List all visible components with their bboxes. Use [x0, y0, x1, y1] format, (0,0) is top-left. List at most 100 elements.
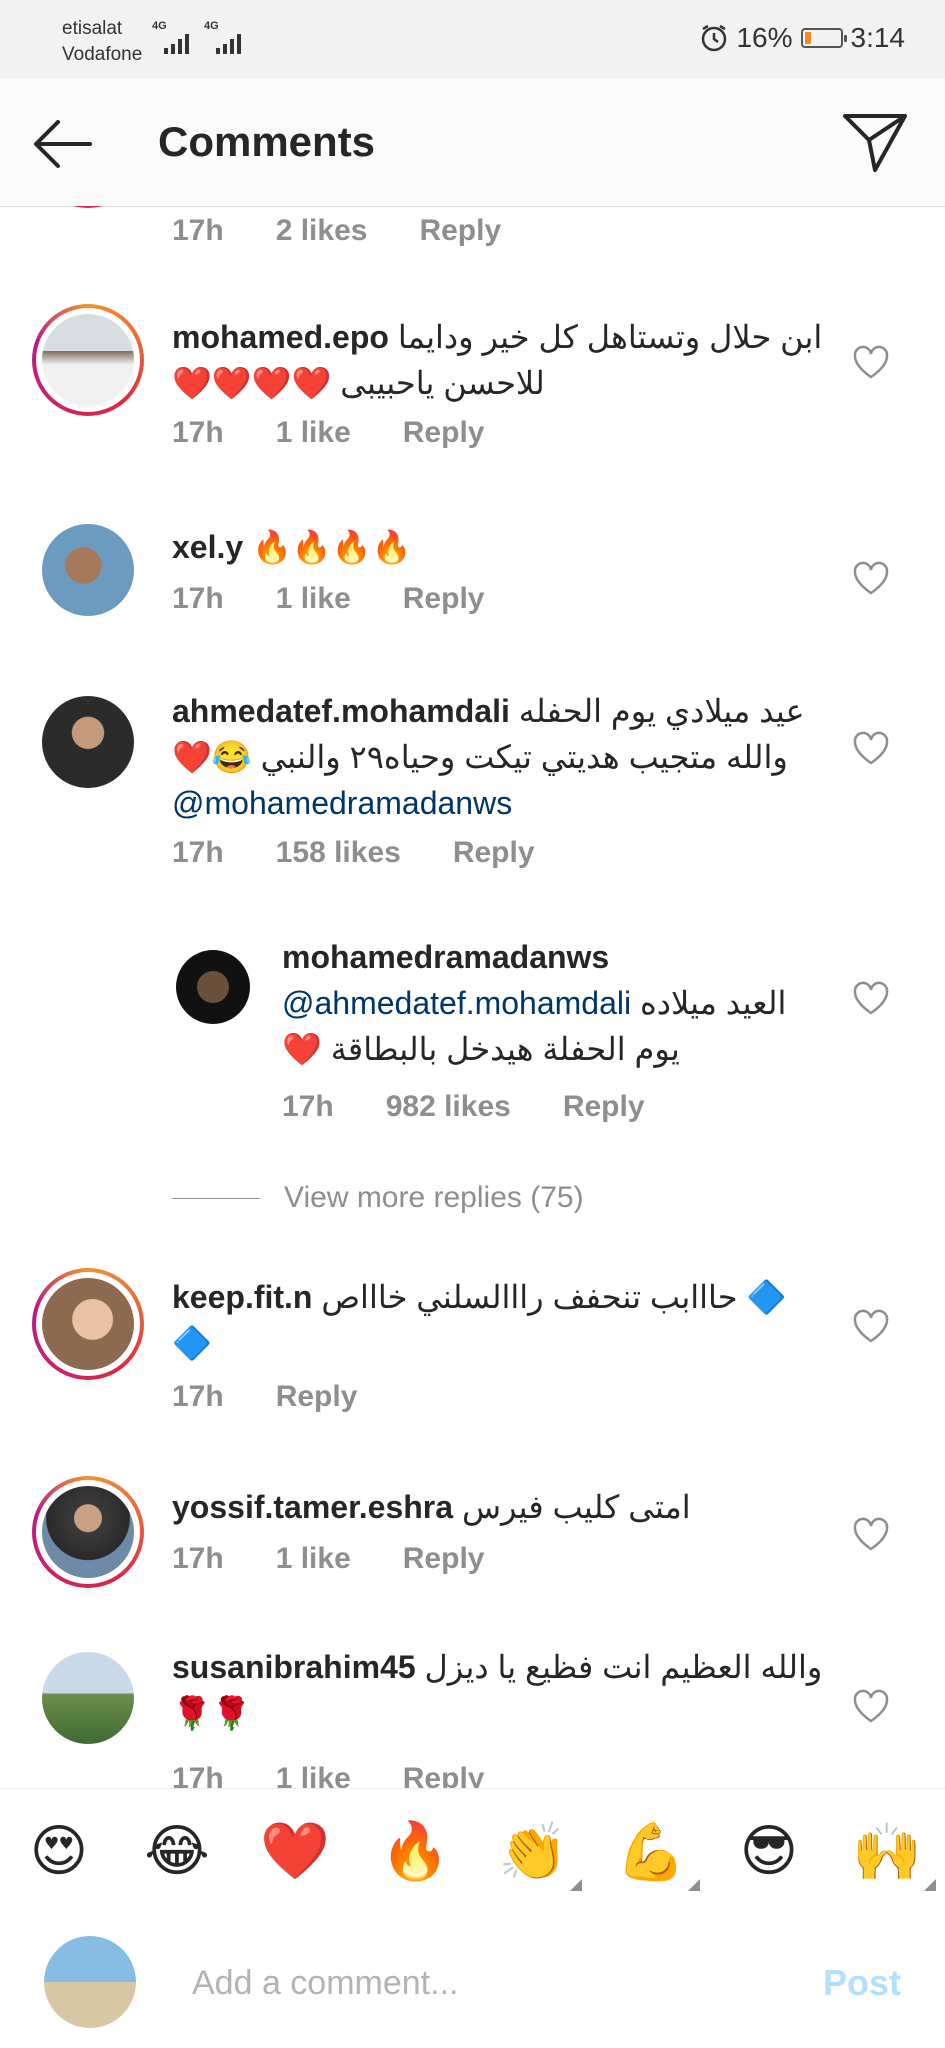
comment-likes[interactable]: 158 likes: [276, 836, 401, 869]
comment-likes[interactable]: 2 likes: [276, 214, 368, 247]
avatar[interactable]: [176, 950, 250, 1024]
quick-reactions-bar: 😍 😂 ❤️ 🔥 👏 💪 😎 🙌: [0, 1788, 945, 1918]
reply-button[interactable]: Reply: [453, 836, 535, 869]
comment-time: 17h: [172, 214, 224, 247]
reaction-clap[interactable]: 👏: [498, 1820, 568, 1885]
comment-username[interactable]: keep.fit.n: [172, 1279, 312, 1315]
divider-line: [172, 1197, 260, 1199]
comment-meta: 17h 1 like Reply: [172, 1762, 536, 1788]
heart-icon[interactable]: [852, 730, 890, 766]
heart-icon[interactable]: [852, 1308, 890, 1344]
comment-body: yossif.tamer.eshra امتى كليب فيرس: [172, 1484, 825, 1530]
page-title: Comments: [158, 118, 376, 165]
comment-body: ahmedatef.mohamdali عيد ميلادي يوم الحفل…: [172, 688, 825, 826]
comment-likes[interactable]: 982 likes: [386, 1090, 511, 1123]
comment-likes[interactable]: 1 like: [276, 416, 351, 449]
comment-body: mohamedramadanws @ahmedatef.mohamdali ال…: [282, 934, 825, 1072]
heart-icon[interactable]: [852, 344, 890, 380]
heart-icon[interactable]: [852, 1688, 890, 1724]
comment-meta: 17h 982 likes Reply: [282, 1090, 697, 1124]
avatar: [42, 1278, 134, 1370]
comment-username[interactable]: yossif.tamer.eshra: [172, 1489, 453, 1525]
comment-time: 17h: [282, 1090, 334, 1123]
add-comment-input[interactable]: [190, 1958, 754, 2008]
reaction-raised-hands[interactable]: 🙌: [852, 1820, 922, 1885]
avatar: [42, 1486, 134, 1578]
comment-time: 17h: [172, 836, 224, 869]
carrier-1: etisalat: [62, 18, 123, 39]
comment-mention[interactable]: @ahmedatef.mohamdali: [282, 985, 631, 1021]
skin-tone-indicator: [924, 1879, 936, 1891]
comment-meta: 17h 1 like Reply: [172, 582, 536, 616]
comment-meta: 17h 158 likes Reply: [172, 836, 587, 870]
avatar[interactable]: [42, 1652, 134, 1744]
comment-text: 🔥🔥🔥🔥: [252, 528, 412, 566]
comment-meta: 17h 1 like Reply: [172, 1542, 536, 1576]
reply-button[interactable]: Reply: [403, 1762, 485, 1788]
reaction-heart-eyes[interactable]: 😍: [24, 1817, 94, 1887]
view-more-label[interactable]: View more replies (75): [284, 1181, 584, 1215]
paper-plane-icon[interactable]: [841, 108, 909, 176]
comment-body: xel.y 🔥🔥🔥🔥: [172, 524, 825, 570]
post-button[interactable]: Post: [823, 1962, 901, 2004]
comment-composer: Post: [0, 1916, 945, 2048]
comment-time: 17h: [172, 582, 224, 615]
avatar: [42, 314, 134, 406]
avatar: [44, 1936, 136, 2028]
reply-button[interactable]: Reply: [419, 214, 501, 247]
reply-button[interactable]: Reply: [563, 1090, 645, 1123]
avatar[interactable]: [42, 524, 134, 616]
skin-tone-indicator: [570, 1879, 582, 1891]
comment-likes[interactable]: 1 like: [276, 582, 351, 615]
comment-username[interactable]: xel.y: [172, 529, 243, 565]
comment-time: 17h: [172, 1380, 224, 1413]
comment-time: 17h: [172, 416, 224, 449]
comment-meta: 17h 1 like Reply: [172, 416, 536, 450]
comment-text: امتى كليب فيرس: [461, 1489, 691, 1525]
comment-body: mohamed.epo ابن حلال وتستاهل كل خير وداي…: [172, 314, 825, 406]
comment-time: 17h: [172, 1762, 224, 1788]
comment-username[interactable]: ahmedatef.mohamdali: [172, 693, 510, 729]
comment-meta: 17h 2 likes Reply: [172, 214, 553, 248]
arrow-left-icon[interactable]: [30, 112, 94, 176]
comment-username[interactable]: mohamedramadanws: [282, 939, 609, 975]
reaction-raised-hands-wrap[interactable]: 🙌: [852, 1817, 936, 1891]
comment-likes[interactable]: 1 like: [276, 1542, 351, 1575]
reaction-tears-of-joy[interactable]: 😂: [142, 1817, 212, 1887]
reaction-sunglasses[interactable]: 😎: [734, 1817, 804, 1887]
comment-likes[interactable]: 1 like: [276, 1762, 351, 1788]
reply-button[interactable]: Reply: [403, 1542, 485, 1575]
heart-icon[interactable]: [852, 560, 890, 596]
status-right: 16% 3:14: [700, 18, 905, 58]
reaction-red-heart[interactable]: ❤️: [260, 1817, 330, 1887]
skin-tone-indicator: [688, 1879, 700, 1891]
reaction-clap-wrap[interactable]: 👏: [498, 1817, 582, 1891]
carrier-names: etisalat Vodafone: [62, 16, 142, 68]
reaction-muscle-wrap[interactable]: 💪: [616, 1817, 700, 1891]
view-more-row[interactable]: View more replies (75): [172, 1178, 584, 1218]
story-ring[interactable]: [32, 1476, 144, 1588]
comment-list[interactable]: 17h 2 likes Reply mohamed.epo ابن حلال وتس…: [0, 206, 945, 1788]
comment-mention[interactable]: @mohamedramadanws: [172, 785, 512, 821]
comment-username[interactable]: susanibrahim45: [172, 1649, 416, 1685]
alarm-icon: [702, 24, 727, 52]
heart-icon[interactable]: [852, 980, 890, 1016]
carrier-2: Vodafone: [62, 44, 143, 65]
story-ring[interactable]: [32, 1268, 144, 1380]
heart-icon[interactable]: [852, 1516, 890, 1552]
comment-username[interactable]: mohamed.epo: [172, 319, 389, 355]
header: Comments: [0, 78, 945, 207]
comment-time: 17h: [172, 1542, 224, 1575]
reply-button[interactable]: Reply: [403, 582, 485, 615]
clock: 3:14: [850, 22, 906, 53]
avatar[interactable]: [42, 696, 134, 788]
comment-meta: 17h Reply: [172, 1380, 409, 1414]
battery-percent: 16%: [736, 22, 793, 53]
story-ring: [32, 206, 144, 208]
story-ring[interactable]: [32, 304, 144, 416]
battery-icon: [800, 28, 847, 48]
reaction-muscle[interactable]: 💪: [616, 1820, 686, 1885]
reply-button[interactable]: Reply: [276, 1380, 358, 1413]
reaction-fire[interactable]: 🔥: [380, 1817, 450, 1887]
reply-button[interactable]: Reply: [403, 416, 485, 449]
